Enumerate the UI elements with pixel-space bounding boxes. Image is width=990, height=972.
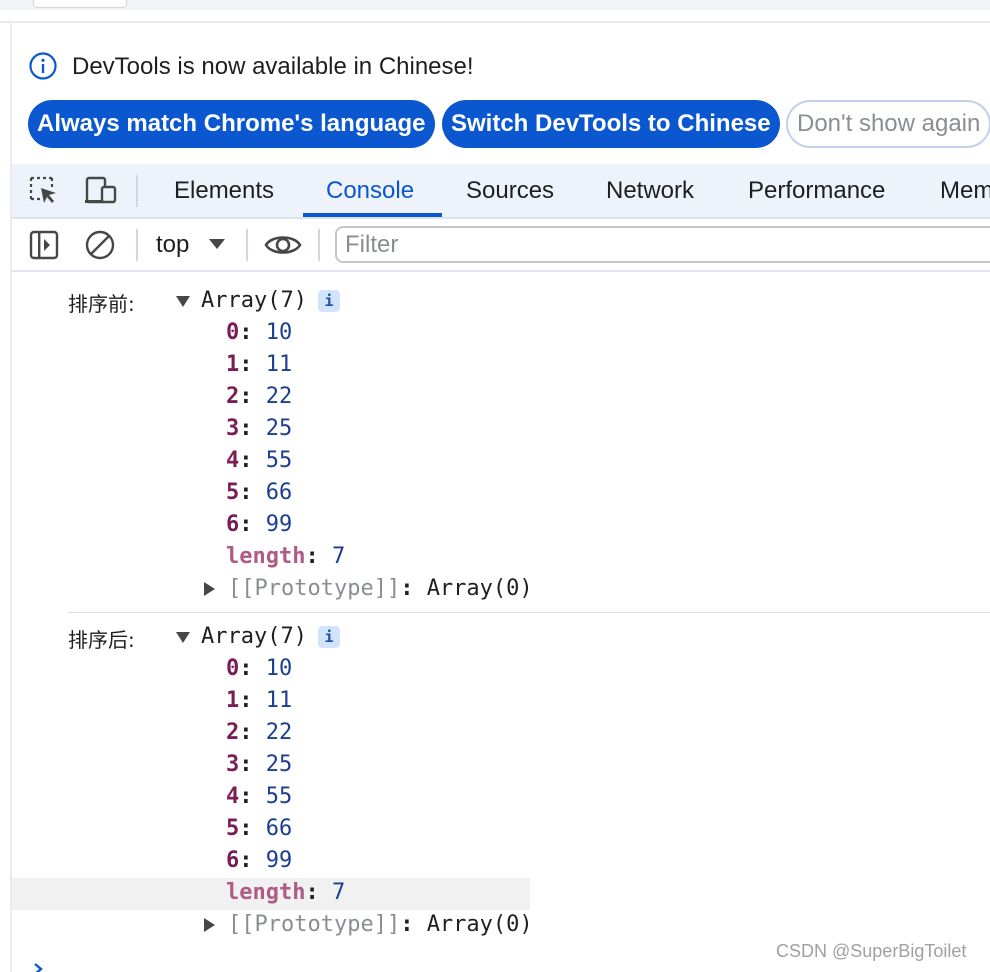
array-entry: 4: 55: [226, 448, 293, 473]
toolbar-separator: [318, 229, 320, 261]
console-toolbar-divider: [12, 270, 990, 272]
entry-key: 4: [226, 784, 240, 809]
entry-value: 25: [265, 416, 293, 441]
infobar-message: DevTools is now available in Chinese!: [72, 53, 474, 80]
tab-performance[interactable]: Performance: [748, 164, 885, 217]
entry-value: 99: [265, 512, 293, 537]
sidebar-toggle-icon[interactable]: [28, 229, 60, 261]
entry-key: 4: [226, 448, 240, 473]
always-match-language-button[interactable]: Always match Chrome's language: [28, 100, 435, 148]
entry-value: 22: [265, 384, 293, 409]
tab-elements[interactable]: Elements: [174, 164, 274, 217]
entry-key: 2: [226, 720, 240, 745]
entry-value: 10: [265, 656, 293, 681]
array-header[interactable]: Array(7): [201, 623, 307, 651]
tabbar-separator: [136, 175, 138, 207]
entry-key: 3: [226, 416, 240, 441]
entry-value: 11: [265, 352, 293, 377]
entry-key: 6: [226, 512, 240, 537]
array-entry: 2: 22: [226, 384, 293, 409]
length-value: 7: [331, 544, 346, 569]
toolbar-separator: [246, 229, 248, 261]
entry-key: 1: [226, 352, 240, 377]
info-badge-icon[interactable]: i: [318, 290, 340, 312]
browser-tab-stub[interactable]: [33, 0, 127, 8]
entry-value: 11: [265, 688, 293, 713]
entry-key: 0: [226, 656, 240, 681]
array-entry: 5: 66: [226, 480, 293, 505]
entry-value: 66: [265, 816, 293, 841]
array-header[interactable]: Array(7): [201, 287, 307, 315]
array-entry: 6: 99: [226, 848, 293, 873]
filter-input[interactable]: [345, 230, 985, 260]
array-entry: 3: 25: [226, 752, 293, 777]
expand-triangle-icon[interactable]: [176, 296, 190, 307]
entry-key: 2: [226, 384, 240, 409]
info-badge-icon[interactable]: i: [318, 626, 340, 648]
entry-value: 66: [265, 480, 293, 505]
array-entry: 5: 66: [226, 816, 293, 841]
entry-key: 5: [226, 816, 240, 841]
array-entry: 1: 11: [226, 352, 293, 377]
device-toolbar-icon[interactable]: [84, 175, 118, 207]
array-entry: 0: 10: [226, 320, 293, 345]
filter-field[interactable]: [335, 226, 990, 263]
expand-prototype-icon[interactable]: [204, 918, 215, 932]
entry-value: 25: [265, 752, 293, 777]
array-entry: 3: 25: [226, 416, 293, 441]
message-divider: [68, 612, 990, 613]
prototype-key: [[Prototype]]: [228, 576, 401, 601]
prototype-key: [[Prototype]]: [228, 912, 401, 937]
switch-to-chinese-button[interactable]: Switch DevTools to Chinese: [442, 100, 780, 148]
entry-value: 22: [265, 720, 293, 745]
info-icon: [29, 52, 57, 80]
tab-sources[interactable]: Sources: [466, 164, 554, 217]
browser-top-strip: [0, 0, 990, 10]
entry-key: 5: [226, 480, 240, 505]
tab-memory[interactable]: Mem: [940, 164, 990, 217]
array-entry: 0: 10: [226, 656, 293, 681]
length-key: length: [226, 544, 306, 569]
context-selector[interactable]: top: [156, 231, 189, 259]
length-value: 7: [331, 880, 346, 905]
length-key: length: [226, 880, 306, 905]
prototype-row[interactable]: [[Prototype]]: Array(0): [228, 575, 533, 603]
entry-value: 10: [265, 320, 293, 345]
entry-key: 0: [226, 320, 240, 345]
inspect-element-icon[interactable]: [28, 175, 60, 207]
entry-key: 3: [226, 752, 240, 777]
array-length: length: 7: [226, 544, 346, 569]
log-label-before: 排序前:: [68, 292, 135, 316]
entry-key: 1: [226, 688, 240, 713]
array-entry: 4: 55: [226, 784, 293, 809]
active-tab-indicator: [303, 213, 442, 217]
expand-triangle-icon[interactable]: [176, 632, 190, 643]
watermark: CSDN @SuperBigToilet: [776, 941, 967, 961]
array-length: length: 7: [226, 880, 346, 905]
tab-network[interactable]: Network: [606, 164, 694, 217]
entry-value: 55: [265, 448, 293, 473]
entry-value: 55: [265, 784, 293, 809]
array-entry: 1: 11: [226, 688, 293, 713]
prototype-value: Array(0): [426, 576, 533, 601]
entry-value: 99: [265, 848, 293, 873]
array-entry: 2: 22: [226, 720, 293, 745]
chevron-down-icon[interactable]: [208, 238, 226, 250]
prototype-row[interactable]: [[Prototype]]: Array(0): [228, 911, 533, 939]
live-expression-eye-icon[interactable]: [264, 230, 302, 260]
log-label-after: 排序后:: [68, 628, 135, 652]
expand-prototype-icon[interactable]: [204, 582, 215, 596]
dont-show-again-button[interactable]: Don't show again: [786, 100, 990, 148]
clear-console-icon[interactable]: [84, 229, 116, 261]
prototype-value: Array(0): [426, 912, 533, 937]
console-prompt-chevron-icon: [34, 963, 43, 972]
tab-console[interactable]: Console: [326, 164, 414, 217]
entry-key: 6: [226, 848, 240, 873]
toolbar-separator: [136, 229, 138, 261]
array-entry: 6: 99: [226, 512, 293, 537]
